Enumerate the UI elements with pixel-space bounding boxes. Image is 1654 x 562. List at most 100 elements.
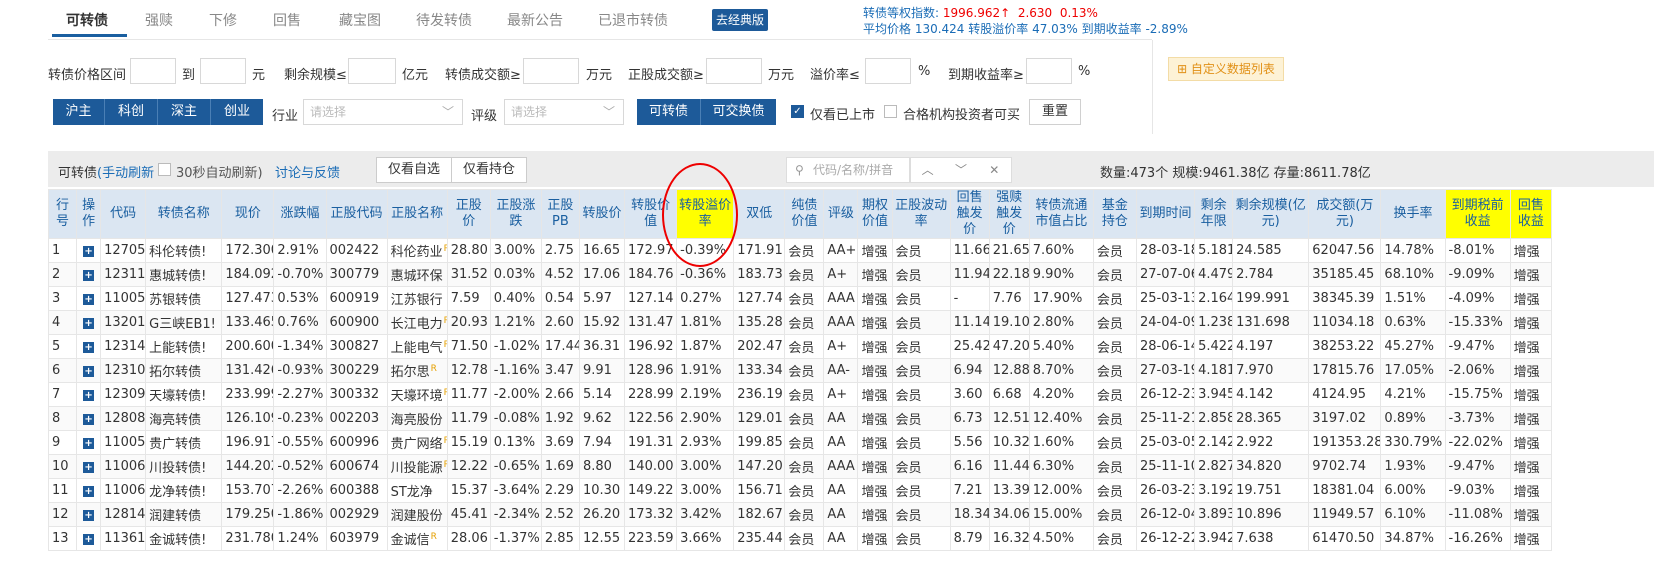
table-cell[interactable]: 会员 [784,310,825,335]
table-cell[interactable]: 会员 [1092,358,1137,383]
table-cell[interactable]: 会员 [891,526,951,551]
column-header[interactable]: 正股PB [540,189,580,239]
discuss-link[interactable]: 讨论与反馈 [275,162,340,181]
table-cell[interactable]: 会员 [1092,406,1137,431]
table-cell[interactable]: 603979 [325,526,388,551]
column-header[interactable]: 现价 [221,189,275,239]
column-header[interactable]: 回售收益 [1509,189,1553,239]
type-exchangeable[interactable]: 可交换债 [701,99,776,125]
table-cell[interactable]: 002929 [325,502,388,527]
table-cell[interactable]: 增强 [1509,310,1553,335]
table-cell[interactable]: 增强 [857,406,893,431]
table-cell[interactable]: 132018 [100,310,147,335]
table-cell[interactable]: 会员 [1092,526,1137,551]
column-header[interactable]: 转股价值 [624,189,678,239]
table-cell[interactable]: 会员 [891,382,951,407]
table-cell[interactable]: 会员 [784,382,825,407]
close-icon[interactable]: ✕ [978,158,1011,182]
column-header[interactable]: 双低 [733,189,786,239]
table-cell[interactable]: 会员 [891,358,951,383]
table-cell[interactable]: 会员 [784,286,825,311]
column-header[interactable]: 成交额(万元) [1308,189,1382,239]
column-header[interactable]: 转债流通市值占比 [1028,189,1094,239]
column-header[interactable]: 正股波动率 [891,189,951,239]
expand-plus-icon[interactable]: + [83,366,95,377]
table-cell[interactable]: 会员 [1092,382,1137,407]
column-header[interactable]: 正股代码 [325,189,388,239]
expand-plus-icon[interactable]: + [83,342,95,353]
table-row[interactable]: 1 +127058科伦转债! 172.3002.91% 002422 科伦药业R28.8… [47,238,1553,263]
tab-convertible[interactable]: 可转债 [66,10,108,30]
table-cell[interactable]: 增强 [1509,502,1553,527]
column-header[interactable]: 到期税前收益 [1444,189,1511,239]
table-row[interactable]: 12 +128140润建转债 179.250-1.86% 002929 润建股份 45.4… [47,502,1553,527]
table-cell[interactable]: 增强 [1509,286,1553,311]
table-row[interactable]: 8 +128081海亮转债 126.109-0.23% 002203 海亮股份 11.79… [47,406,1553,431]
table-row[interactable]: 5 +123148上能转债! 200.600-1.34% 300827 上能电气R71.… [47,334,1553,359]
table-cell[interactable]: 会员 [1092,502,1137,527]
only-holdings-button[interactable]: 仅看持仓 [452,158,526,182]
expand-plus-icon[interactable]: + [83,510,95,521]
column-header[interactable]: 基金持仓 [1092,189,1137,239]
table-cell[interactable]: 会员 [891,238,951,263]
table-cell[interactable]: 增强 [1509,238,1553,263]
table-cell[interactable]: 增强 [857,430,893,455]
table-cell[interactable]: 增强 [857,334,893,359]
table-cell[interactable]: 会员 [891,454,951,479]
ytm-input[interactable] [1026,58,1072,84]
table-cell[interactable]: 增强 [1509,262,1553,287]
chevron-up-icon[interactable]: ︿ [911,158,944,182]
table-cell[interactable]: 123105 [100,358,147,383]
column-header[interactable]: 代码 [100,189,147,239]
table-cell[interactable]: 002203 [325,406,388,431]
table-cell[interactable]: 会员 [891,310,951,335]
column-header[interactable]: 到期时间 [1135,189,1196,239]
column-header[interactable]: 操作 [76,189,102,239]
table-cell[interactable]: 600919 [325,286,388,311]
tab-pending-issue[interactable]: 待发转债 [416,10,472,30]
column-header[interactable]: 转股价 [578,189,626,239]
table-cell[interactable]: 增强 [1509,406,1553,431]
expand-plus-icon[interactable]: + [83,534,95,545]
table-cell[interactable]: 会员 [891,406,951,431]
table-cell[interactable]: 123092 [100,382,147,407]
qualified-investor-checkbox[interactable] [884,105,897,118]
table-cell[interactable]: 会员 [891,286,951,311]
column-header[interactable]: 评级 [823,189,859,239]
table-cell[interactable]: 会员 [1092,238,1137,263]
table-cell[interactable]: 会员 [891,262,951,287]
market-chinext[interactable]: 创业 [211,99,263,125]
table-cell[interactable]: 会员 [891,478,951,503]
expand-plus-icon[interactable]: + [83,390,95,401]
stock-turnover-input[interactable] [706,58,762,84]
table-cell[interactable]: 600388 [325,478,388,503]
column-header[interactable]: 转股溢价率 [676,189,735,239]
table-cell[interactable]: 增强 [857,382,893,407]
expand-plus-icon[interactable]: + [83,414,95,425]
column-header[interactable]: 纯债价值 [784,189,825,239]
table-cell[interactable]: 增强 [1509,334,1553,359]
table-cell[interactable]: 会员 [784,478,825,503]
table-cell[interactable]: 300779 [325,262,388,287]
table-cell[interactable]: 增强 [857,286,893,311]
expand-plus-icon[interactable]: + [83,462,95,473]
only-watchlist-button[interactable]: 仅看自选 [377,158,452,182]
table-row[interactable]: 7 +123092天壕转债! 233.999-2.27% 300332 天壕环境R11.… [47,382,1553,407]
table-row[interactable]: 13+113615金诚转债!231.7801.24%603979金诚信R28.0… [47,526,1553,551]
industry-select[interactable]: 请选择 ﹀ [303,99,463,125]
tab-putback[interactable]: 回售 [273,10,301,30]
table-cell[interactable]: 增强 [1509,358,1553,383]
table-cell[interactable]: 会员 [784,406,825,431]
column-header[interactable]: 强赎触发价 [988,189,1030,239]
table-cell[interactable]: 300229 [325,358,388,383]
table-cell[interactable]: 123148 [100,334,147,359]
table-cell[interactable]: 增强 [857,310,893,335]
table-cell[interactable]: 110068 [100,478,147,503]
table-row[interactable]: 3 +110053苏银转债 127.4730.53% 600919 江苏银行 7.59 0.… [47,286,1553,311]
table-row[interactable]: 6+123105拓尔转债131.426-0.93%300229拓尔思R12.78… [47,358,1553,383]
column-header[interactable]: 正股价 [446,189,491,239]
table-cell[interactable]: 增强 [1509,478,1553,503]
table-cell[interactable]: 增强 [857,238,893,263]
table-cell[interactable]: 600996 [325,430,388,455]
table-row[interactable]: 11 +110068龙净转债! 153.707-2.26% 600388 ST龙净 15.… [47,478,1553,503]
